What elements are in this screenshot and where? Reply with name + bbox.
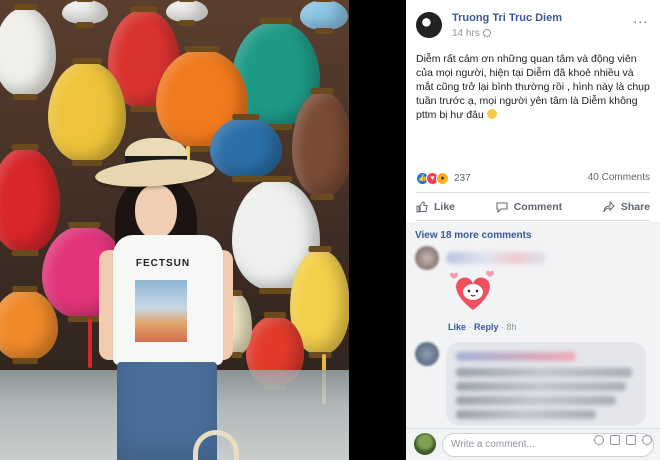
comment-count[interactable]: 40 Comments xyxy=(588,172,650,183)
lantern xyxy=(62,0,108,24)
comment-composer: Write a comment... xyxy=(406,428,660,460)
post-sidebar: Truong Tri Truc Diem 14 hrs ... Diễm rất… xyxy=(406,0,660,460)
emoji-icon[interactable] xyxy=(594,435,604,445)
lantern xyxy=(300,0,348,30)
current-user-avatar xyxy=(414,433,436,455)
comment-input-placeholder: Write a comment... xyxy=(451,439,535,450)
post-time[interactable]: 14 hrs xyxy=(452,28,491,39)
comment-button[interactable]: Comment xyxy=(496,201,562,213)
share-icon xyxy=(603,201,615,213)
post-text-body: Diễm rất cảm ơn những quan tâm và động v… xyxy=(416,53,650,121)
tassel xyxy=(88,318,92,368)
like-button[interactable]: Like xyxy=(416,201,455,213)
commenter-name-blurred xyxy=(446,252,546,264)
blurred-text xyxy=(456,368,632,377)
camera-icon[interactable] xyxy=(610,435,620,445)
hat-brim xyxy=(94,155,216,191)
post-time-label[interactable]: 14 hrs xyxy=(452,28,480,39)
divider xyxy=(416,220,650,221)
wow-reaction-icon: ● xyxy=(436,172,449,185)
lantern xyxy=(0,148,60,252)
divider xyxy=(416,192,650,193)
composer-icons xyxy=(594,435,652,445)
commenter-avatar[interactable] xyxy=(415,246,439,270)
view-more-comments-link[interactable]: View 18 more comments xyxy=(415,230,532,241)
blurred-text xyxy=(456,396,616,405)
more-options-button[interactable]: ... xyxy=(633,10,648,26)
comment-reply-link[interactable]: Reply xyxy=(474,322,499,332)
meta-separator: · xyxy=(466,322,475,332)
face xyxy=(135,185,177,239)
comment-icon xyxy=(496,202,508,213)
post-photo[interactable]: FECTSUN xyxy=(0,0,349,460)
post-viewer: FECTSUN Truong Tri Truc Diem 14 hrs ... … xyxy=(0,0,660,460)
author-name[interactable]: Truong Tri Truc Diem xyxy=(452,12,562,24)
shirt-print: FECTSUN xyxy=(135,258,191,269)
share-button[interactable]: Share xyxy=(603,201,650,213)
blurred-text xyxy=(456,410,596,419)
photo-letterbox xyxy=(349,0,406,460)
shirt-art xyxy=(135,280,187,342)
comment-bubble-blurred xyxy=(446,342,646,426)
author-avatar[interactable] xyxy=(416,12,442,38)
globe-icon xyxy=(482,29,491,37)
sticker-icon[interactable] xyxy=(642,435,652,445)
share-label: Share xyxy=(620,201,650,213)
comment-time: · 8h xyxy=(498,322,517,332)
reaction-count[interactable]: 237 xyxy=(454,173,471,184)
action-bar: Like Comment Share xyxy=(416,196,650,218)
comment-meta: Like · Reply · 8h xyxy=(448,322,517,332)
comment-label: Comment xyxy=(513,201,563,213)
like-label: Like xyxy=(434,201,456,213)
lantern xyxy=(166,0,208,22)
post-text: Diễm rất cảm ơn những quan tâm và động v… xyxy=(416,52,654,122)
comment-like-link[interactable]: Like xyxy=(448,322,466,332)
comments-section: View 18 more comments Like · Reply · 8h xyxy=(406,222,660,428)
heart-bear-sticker xyxy=(450,270,494,310)
blurred-text xyxy=(456,352,576,361)
reactions-summary[interactable]: 👍 ♥ ● 237 xyxy=(416,172,471,185)
gif-icon[interactable] xyxy=(626,435,636,445)
like-icon xyxy=(416,201,428,213)
lantern xyxy=(0,8,56,96)
person: FECTSUN xyxy=(94,130,245,460)
emoji-icon xyxy=(486,109,497,119)
lantern xyxy=(292,92,349,196)
commenter-avatar[interactable] xyxy=(415,342,439,366)
blurred-text xyxy=(456,382,626,391)
